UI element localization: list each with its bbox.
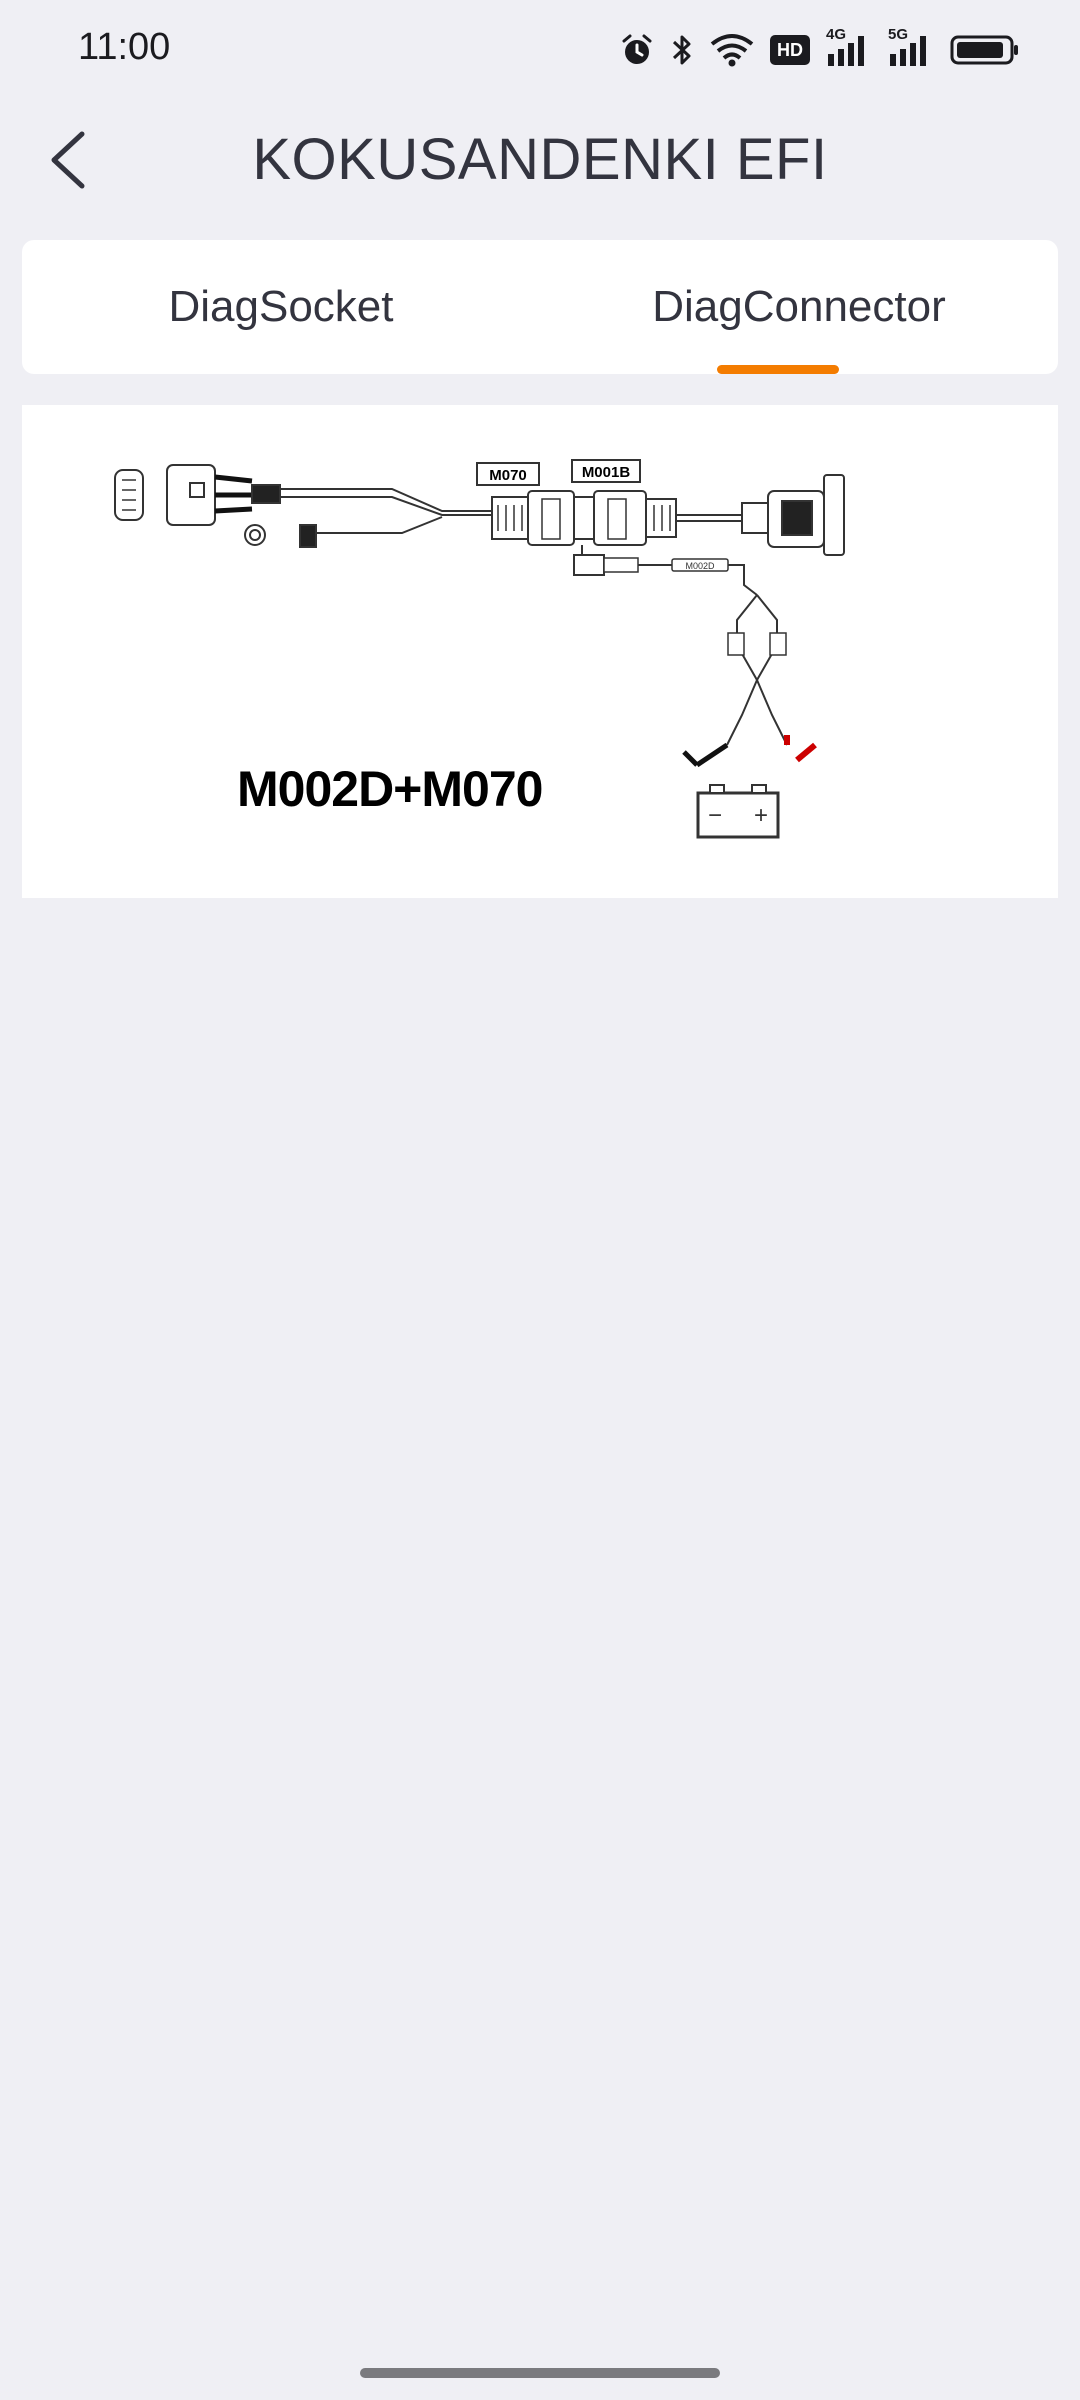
- tab-diagsocket[interactable]: DiagSocket: [22, 240, 540, 374]
- signal-5g-icon: 5G: [888, 26, 934, 68]
- battery-minus-label: −: [708, 802, 722, 829]
- status-icons: HD 4G 5G: [620, 26, 1020, 70]
- label-m001b: M001B: [582, 464, 631, 481]
- header: KOKUSANDENKI EFI: [0, 110, 1080, 210]
- page-title: KOKUSANDENKI EFI: [252, 127, 828, 192]
- active-tab-indicator: [717, 365, 839, 374]
- label-m070: M070: [489, 467, 527, 484]
- hd-icon: HD: [770, 35, 810, 65]
- tab-diagconnector[interactable]: DiagConnector: [540, 240, 1058, 374]
- home-indicator[interactable]: [360, 2368, 720, 2378]
- wifi-icon: [710, 33, 754, 67]
- battery-plus-label: +: [754, 802, 768, 829]
- tab-bar: DiagSocket DiagConnector: [22, 240, 1058, 374]
- bluetooth-icon: [670, 32, 694, 68]
- diagram-caption: M002D+M070: [237, 761, 543, 817]
- connector-diagram-card: M070 M001B M002D − + M002D+M070: [22, 405, 1058, 898]
- status-bar: 11:00 HD 4G 5G: [0, 0, 1080, 100]
- alarm-icon: [620, 33, 654, 67]
- signal-4g-icon: 4G: [826, 26, 872, 68]
- connector-wiring-diagram: M070 M001B M002D − +: [114, 459, 845, 839]
- label-m002d: M002D: [685, 561, 715, 571]
- status-time: 11:00: [78, 26, 171, 68]
- battery-icon: [950, 34, 1020, 66]
